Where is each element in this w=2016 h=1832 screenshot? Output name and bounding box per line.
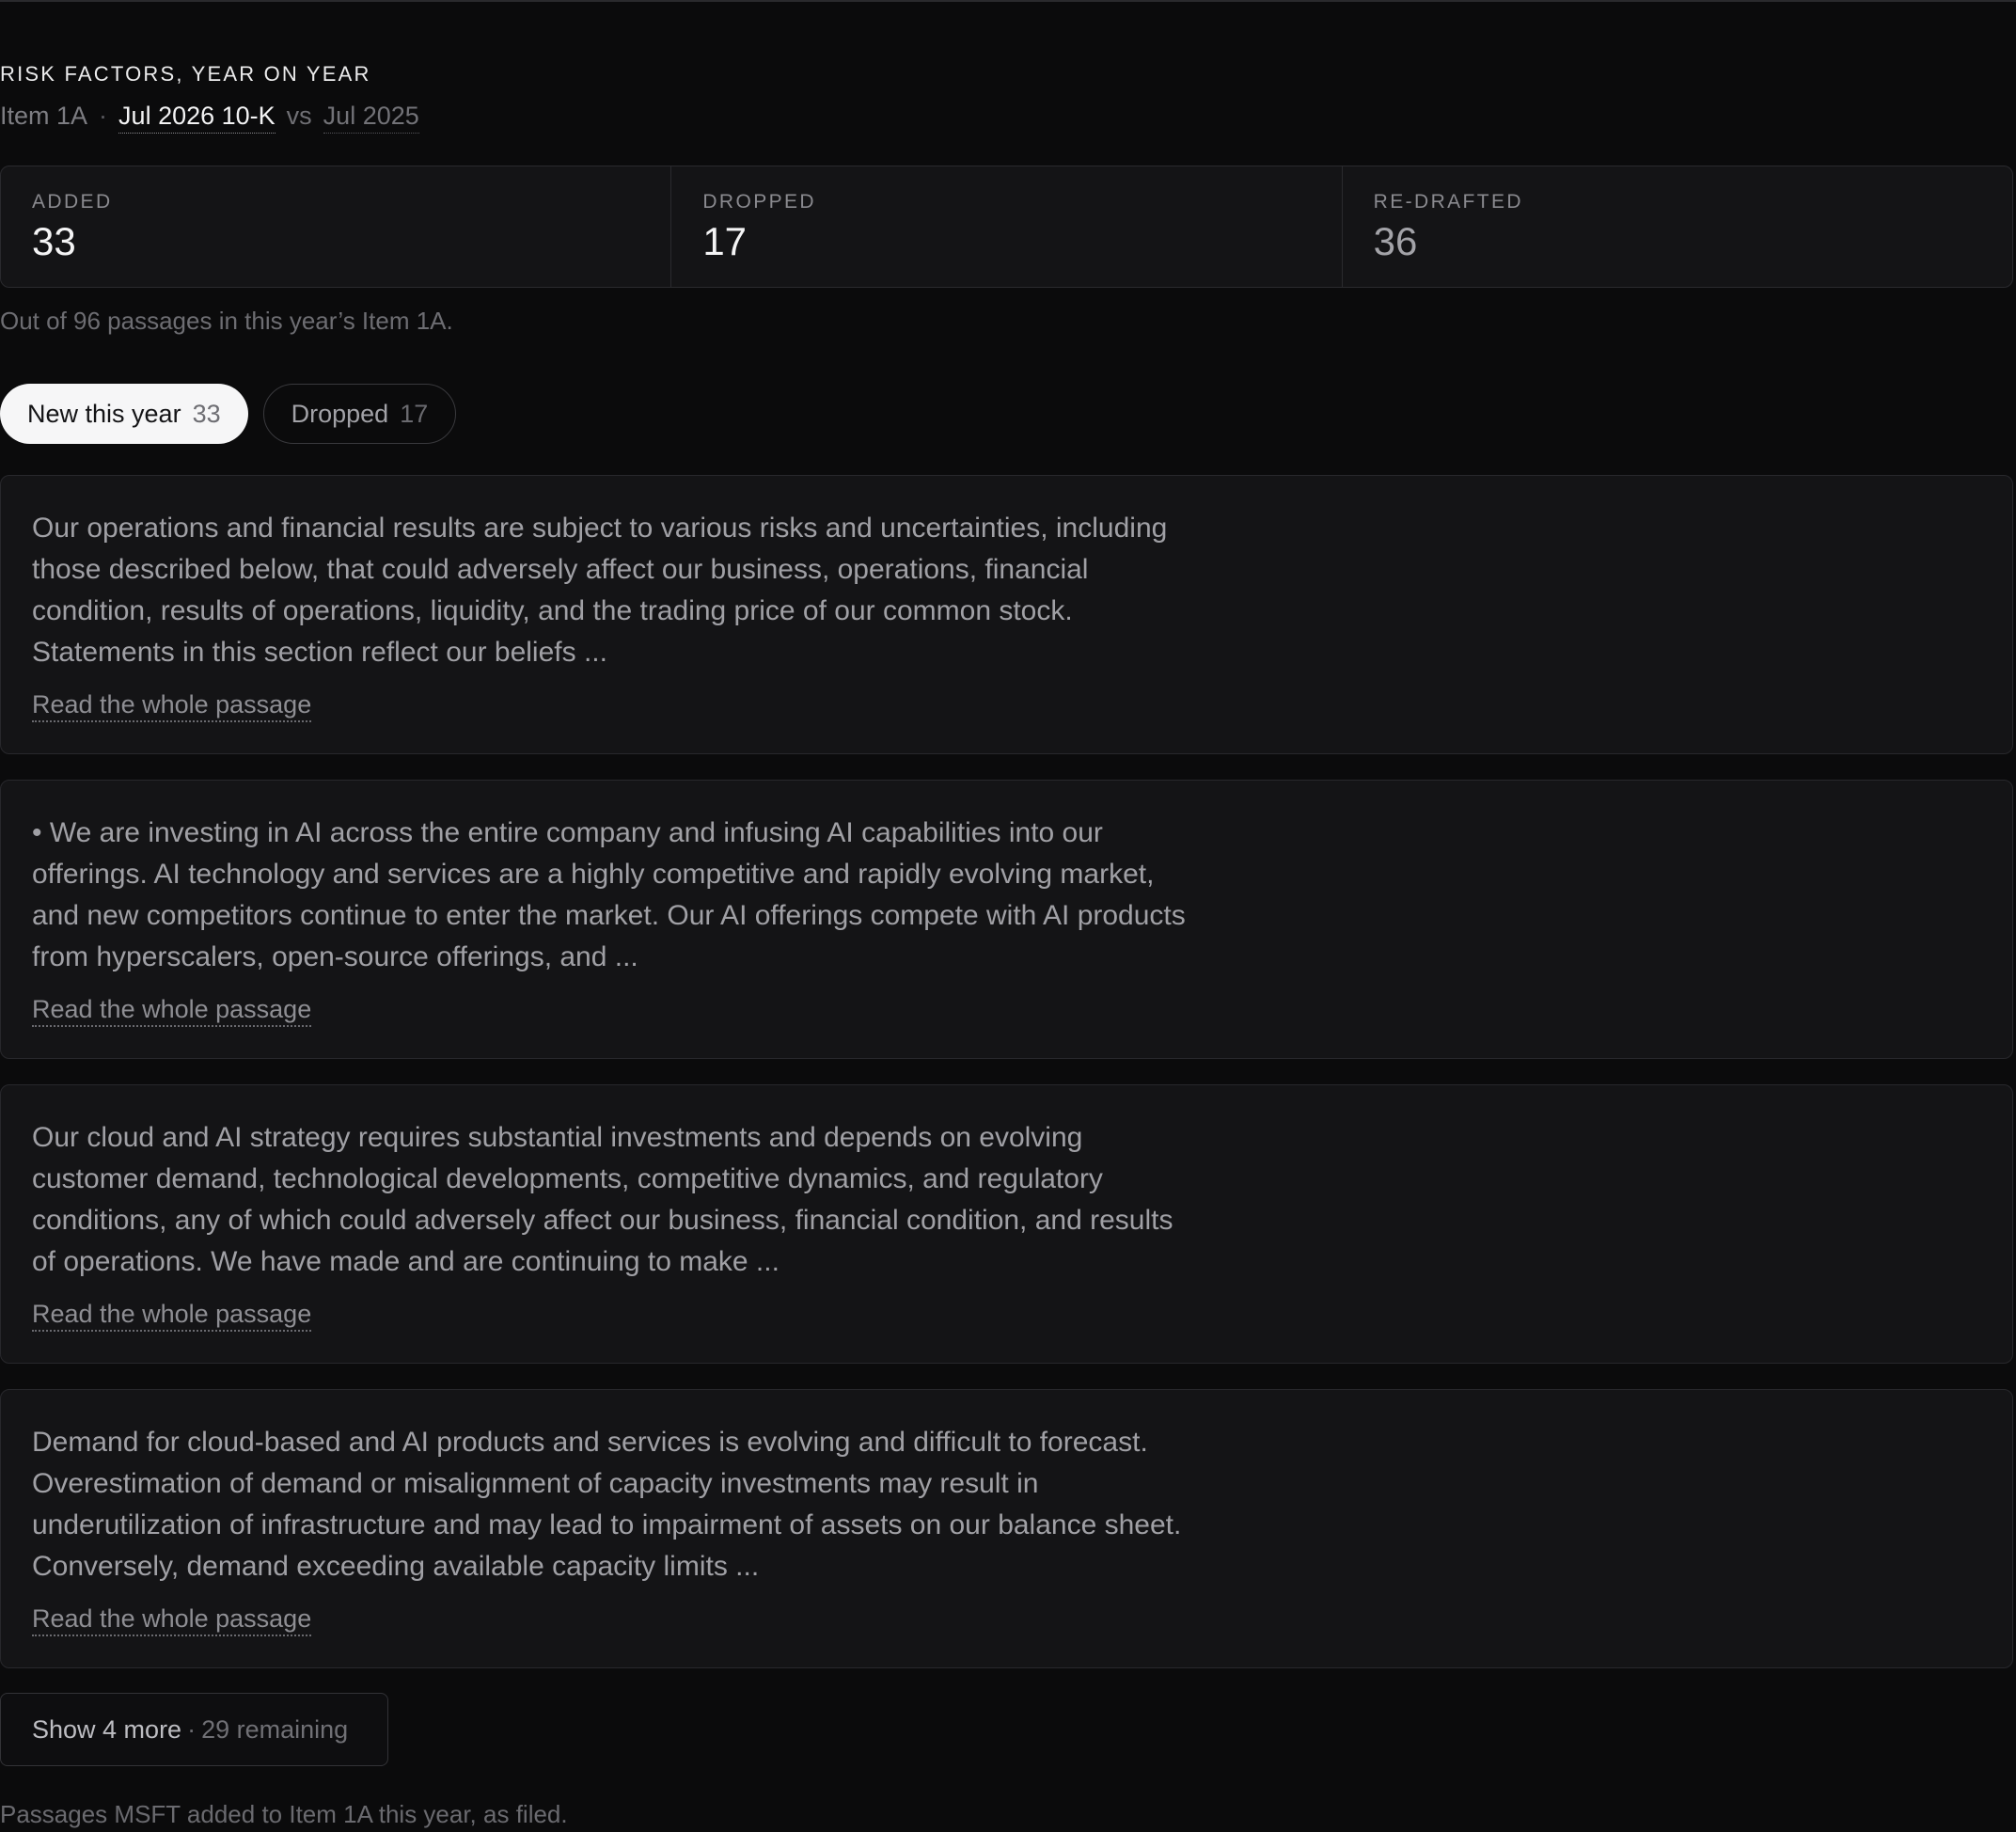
stat-value: 36 xyxy=(1373,219,1418,263)
filing-comparison-line: Item 1A · Jul 2026 10-K vs Jul 2025 xyxy=(0,102,419,134)
show-more-label: Show 4 more xyxy=(32,1714,182,1744)
passage-card: • We are investing in AI across the enti… xyxy=(0,780,2013,1059)
stat-value: 33 xyxy=(32,219,76,263)
stat-label: RE-DRAFTED xyxy=(1373,191,1523,213)
stat-label: DROPPED xyxy=(702,191,816,213)
tab-label: New this year xyxy=(27,399,181,428)
stats-summary: ADDED 33 DROPPED 17 RE-DRAFTED 36 xyxy=(0,166,2013,288)
read-whole-passage-link[interactable]: Read the whole passage xyxy=(32,690,312,722)
tab-label: Dropped xyxy=(291,399,389,428)
read-whole-passage-link[interactable]: Read the whole passage xyxy=(32,1300,312,1332)
remaining-count: 29 remaining xyxy=(201,1714,349,1744)
vs-label: vs xyxy=(286,102,312,130)
tab-count: 33 xyxy=(192,399,221,428)
passage-excerpt: Demand for cloud-based and AI products a… xyxy=(32,1427,1182,1582)
stat-value: 17 xyxy=(702,219,748,263)
section-eyebrow: RISK FACTORS, YEAR ON YEAR xyxy=(0,62,371,86)
stat-dropped: DROPPED 17 xyxy=(671,166,1343,287)
tab-dropped[interactable]: Dropped 17 xyxy=(262,384,457,444)
passage-excerpt: Our cloud and AI strategy requires subst… xyxy=(32,1122,1173,1277)
passage-card: Our cloud and AI strategy requires subst… xyxy=(0,1084,2013,1364)
tab-new-this-year[interactable]: New this year 33 xyxy=(0,384,248,444)
separator-dot: · xyxy=(99,102,108,130)
previous-filing-selector[interactable]: Jul 2025 xyxy=(323,102,419,134)
read-whole-passage-link[interactable]: Read the whole passage xyxy=(32,1604,312,1636)
passage-excerpt: • We are investing in AI across the enti… xyxy=(32,817,1186,972)
current-filing-selector[interactable]: Jul 2026 10-K xyxy=(118,102,276,134)
separator-dot: · xyxy=(187,1714,197,1744)
tab-count: 17 xyxy=(400,399,429,428)
summary-note: Out of 96 passages in this year’s Item 1… xyxy=(0,307,453,335)
stat-label: ADDED xyxy=(32,191,113,213)
stat-added: ADDED 33 xyxy=(1,166,672,287)
show-more-button[interactable]: Show 4 more · 29 remaining xyxy=(0,1693,388,1766)
passage-card: Our operations and financial results are… xyxy=(0,475,2013,754)
section-label: Item 1A xyxy=(0,102,88,130)
passage-excerpt: Our operations and financial results are… xyxy=(32,513,1168,668)
passage-card: Demand for cloud-based and AI products a… xyxy=(0,1389,2013,1668)
passage-tabs: New this year 33 Dropped 17 xyxy=(0,384,457,444)
footer-note: Passages MSFT added to Item 1A this year… xyxy=(0,1800,568,1828)
read-whole-passage-link[interactable]: Read the whole passage xyxy=(32,995,312,1027)
top-divider xyxy=(0,0,2016,2)
stat-redrafted: RE-DRAFTED 36 xyxy=(1343,166,2012,287)
